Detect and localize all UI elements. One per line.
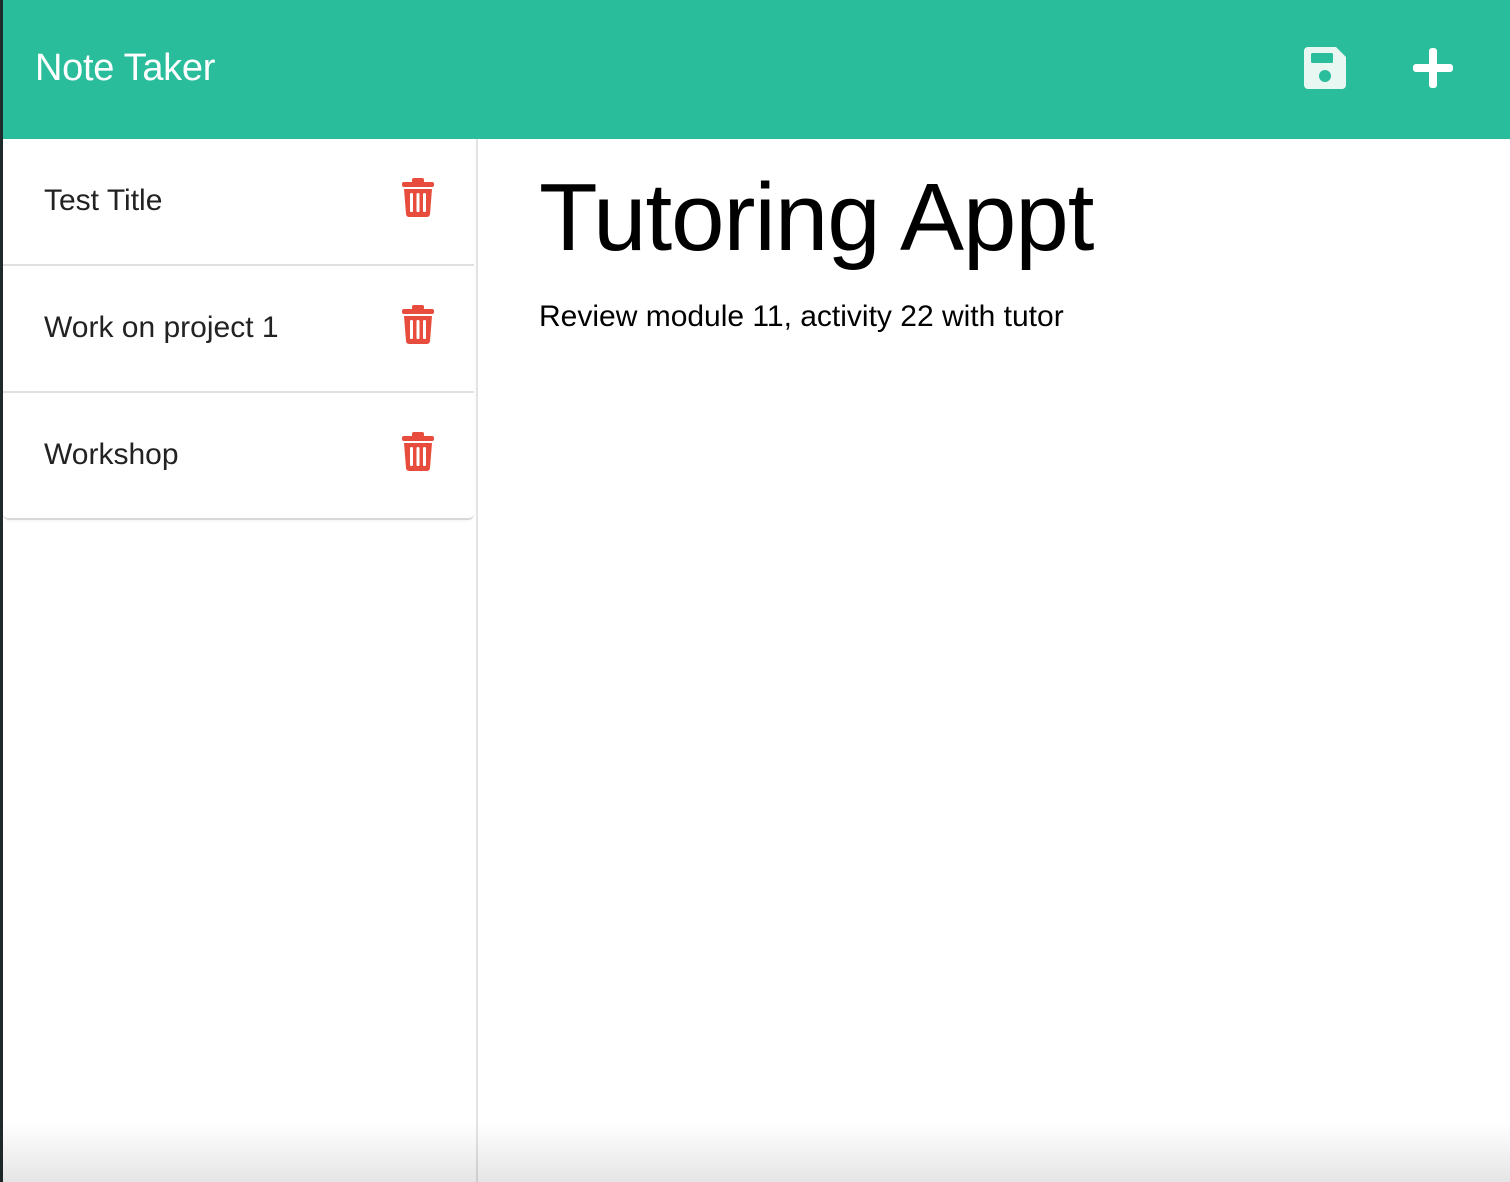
note-list-item[interactable]: Work on project 1 <box>3 266 474 393</box>
note-list-sidebar: Test Title Work on project 1 Workshop <box>3 139 478 1182</box>
floppy-disk-save-icon <box>1304 47 1346 89</box>
plus-icon <box>1413 48 1453 88</box>
note-list-item-title[interactable]: Workshop <box>44 435 179 475</box>
note-list-item-title[interactable]: Test Title <box>44 181 162 221</box>
app-window: Note Taker Test Title Work on project 1 … <box>0 0 1510 1182</box>
note-list-item[interactable]: Test Title <box>3 139 474 266</box>
new-note-button[interactable] <box>1405 40 1461 96</box>
trash-icon[interactable] <box>401 431 435 471</box>
note-list-item[interactable]: Workshop <box>3 393 474 518</box>
note-text-field[interactable]: Review module 11, activity 22 with tutor <box>539 297 1064 337</box>
note-list: Test Title Work on project 1 Workshop <box>3 139 474 520</box>
note-title-field[interactable]: Tutoring Appt <box>539 163 1094 273</box>
note-list-item-title[interactable]: Work on project 1 <box>44 308 279 348</box>
app-title[interactable]: Note Taker <box>35 44 215 92</box>
save-note-button[interactable] <box>1297 40 1353 96</box>
note-editor: Tutoring Appt Review module 11, activity… <box>478 139 1510 1182</box>
navbar: Note Taker <box>3 0 1510 139</box>
trash-icon[interactable] <box>401 177 435 217</box>
trash-icon[interactable] <box>401 304 435 344</box>
